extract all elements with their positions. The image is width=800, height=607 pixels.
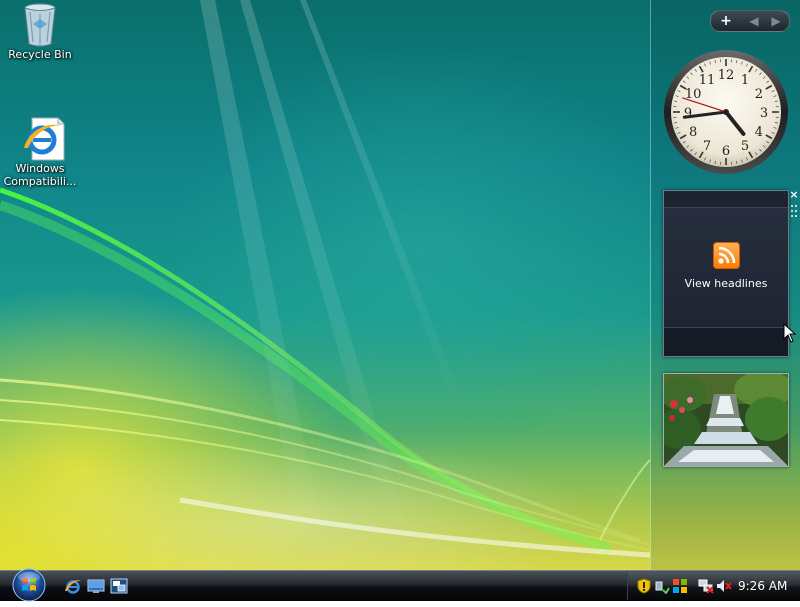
sidebar-controls: + ◀ ▶ [710,10,790,32]
start-button[interactable] [8,567,50,603]
windows-compatibility-label: Windows Compatibili... [4,162,77,188]
slideshow-gadget[interactable] [663,373,789,467]
drag-handle-icon[interactable] [790,203,798,217]
feed-header-band [664,191,788,208]
clock-numeral: 1 [741,73,749,88]
notification-area: 9:26 AM [627,572,800,600]
sidebar-edge [650,0,651,570]
taskbar-clock[interactable]: 9:26 AM [738,572,787,600]
feed-footer-band [664,327,788,356]
clock-numeral: 9 [684,106,692,121]
mouse-cursor-icon [783,323,797,343]
recycle-bin-label: Recycle Bin [8,48,71,61]
feed-headlines-gadget[interactable]: View headlines [663,190,789,357]
waterfall-photo [664,374,788,466]
clock-numeral: 7 [703,139,711,154]
show-desktop-icon[interactable] [87,577,105,595]
close-gadget-button[interactable]: × [789,189,799,201]
ie-document-icon [20,116,60,160]
recycle-bin-shortcut[interactable]: Recycle Bin [0,2,80,61]
view-headlines-link[interactable]: View headlines [664,277,788,290]
security-shield-icon[interactable] [636,578,652,594]
connect-icon[interactable] [654,578,670,594]
next-page-button[interactable]: ▶ [765,11,787,31]
clock-hub [723,109,729,115]
volume-muted-icon[interactable] [716,578,732,594]
clock-gadget[interactable]: 123456789101112 [663,49,789,175]
clock-numeral: 2 [755,87,763,102]
previous-page-button[interactable]: ◀ [743,11,765,31]
recycle-bin-icon [20,2,60,46]
rss-feed-icon [713,242,740,269]
clock-numeral: 12 [718,68,735,83]
clock-numeral: 5 [741,139,749,154]
switch-windows-icon[interactable] [110,577,128,595]
clock-numeral: 4 [755,125,763,140]
clock-numeral: 3 [760,106,768,121]
ie-icon[interactable] [64,577,82,595]
add-gadget-button[interactable]: + [715,11,737,31]
windows-security-icon[interactable] [672,578,688,594]
network-icon[interactable] [698,578,714,594]
desktop[interactable]: Recycle Bin Windows Compatibili... + ◀ ▶ [0,0,800,570]
taskbar: 9:26 AM [0,570,800,601]
clock-numeral: 6 [722,144,730,159]
windows-compatibility-shortcut[interactable]: Windows Compatibili... [0,116,80,188]
clock-numeral: 11 [699,73,716,88]
clock-numeral: 8 [689,125,697,140]
